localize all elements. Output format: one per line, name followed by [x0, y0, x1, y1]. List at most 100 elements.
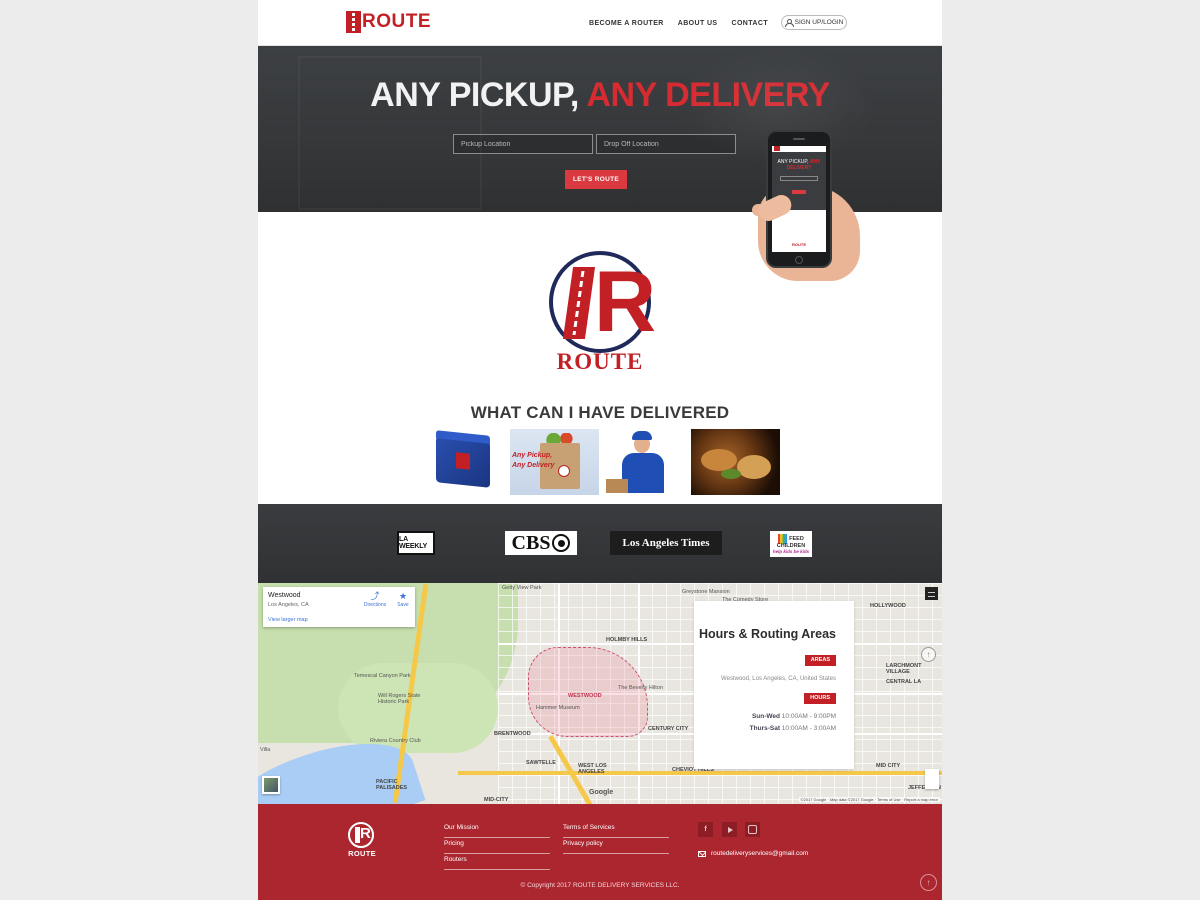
map-label: Riviera Country Club — [370, 738, 421, 744]
phone-screen-input — [780, 176, 818, 181]
route-badge-icon — [558, 465, 570, 477]
instagram-icon[interactable] — [745, 822, 760, 837]
map-label: Temescal Canyon Park — [354, 673, 411, 679]
map-attribution: ©2017 Google · Map data ©2017 Google · T… — [798, 797, 940, 802]
map-place-address: Los Angeles, CA — [268, 602, 309, 608]
pickup-location-input[interactable] — [453, 134, 593, 154]
hero-title-accent: ANY DELIVERY — [586, 76, 830, 114]
feed-the-children-logo: FEED CHILDREN help kids be kids — [770, 531, 812, 557]
footer-link-pricing[interactable]: Pricing — [444, 838, 550, 854]
press-band: LA WEEKLY CBS Los Angeles Times FEED CHI… — [258, 504, 942, 583]
grocery-caption-line1: Any Pickup, — [512, 452, 553, 459]
la-times-logo: Los Angeles Times — [610, 531, 722, 555]
courier-body — [622, 453, 664, 493]
insulated-bag-icon — [436, 436, 490, 488]
logo-word: ROUTE — [556, 349, 644, 374]
phone-mockup: ANY PICKUP, ANY DELIVERY ROUTE — [752, 128, 868, 288]
delivery-bag-image — [430, 429, 494, 495]
save-button[interactable]: ★ Save — [396, 591, 410, 608]
food-plate-2 — [737, 455, 771, 479]
fullscreen-icon[interactable] — [925, 587, 938, 600]
map-label: WESTWOOD — [568, 693, 602, 699]
map-label: Hammer Museum — [536, 705, 580, 711]
footer-logo[interactable]: ROUTE — [346, 822, 378, 858]
nav-about-us[interactable]: ABOUT US — [678, 20, 718, 27]
youtube-icon[interactable] — [722, 822, 737, 837]
map-label: BRENTWOOD — [494, 731, 531, 737]
map-label: Will Rogers State Historic Park — [378, 693, 421, 705]
map-label: Greystone Mansion — [682, 589, 730, 595]
hours-day: Thurs-Sat — [749, 725, 780, 732]
satellite-toggle[interactable] — [262, 776, 280, 794]
map-label: The Beverly Hilton — [618, 685, 663, 691]
google-logo: Google — [589, 789, 614, 796]
phone-screen-route: ROUTE — [792, 242, 806, 247]
courier-image — [604, 429, 684, 495]
map-label: MID CITY — [876, 763, 901, 769]
areas-tag: AREAS — [804, 655, 836, 666]
arrow-up-icon[interactable]: ↑ — [920, 874, 937, 891]
footer-link-terms[interactable]: Terms of Services — [563, 822, 669, 838]
food-greens — [721, 469, 741, 479]
package-box-icon — [606, 479, 628, 493]
la-weekly-logo: LA WEEKLY — [397, 531, 435, 555]
site-page: ROUTE BECOME A ROUTER ABOUT US CONTACT S… — [258, 0, 942, 900]
person-icon — [784, 19, 794, 27]
save-label: Save — [397, 602, 409, 608]
facebook-icon[interactable]: f — [698, 822, 713, 837]
food-plate-1 — [701, 449, 737, 471]
phone-home-button — [795, 256, 803, 264]
phone-speaker — [793, 138, 805, 140]
logo-r-letter: R — [594, 254, 657, 350]
la-weekly-text: LA WEEKLY — [399, 536, 428, 550]
hours-day: Sun-Wed — [751, 713, 780, 720]
map-label: CENTRAL LA — [886, 679, 922, 685]
copyright-text: © Copyright 2017 ROUTE DELIVERY SERVICES… — [520, 882, 680, 889]
directions-button[interactable]: ⤴ Directions — [363, 591, 387, 608]
map-label: HOLLYWOOD — [870, 603, 906, 609]
road-logo-icon — [346, 11, 361, 33]
main-nav: BECOME A ROUTER ABOUT US CONTACT — [589, 0, 768, 46]
hours-title: Hours & Routing Areas — [698, 627, 836, 641]
footer-link-routers[interactable]: Routers — [444, 854, 550, 870]
hours-time: 10:00AM - 3:00AM — [780, 725, 836, 732]
nav-become-router[interactable]: BECOME A ROUTER — [589, 20, 664, 27]
hours-row: Thurs-Sat 10:00AM - 3:00AM — [750, 725, 836, 732]
map-label: SAWTELLE — [526, 760, 556, 766]
deliver-section-title: WHAT CAN I HAVE DELIVERED — [470, 403, 730, 422]
dropoff-location-input[interactable] — [596, 134, 736, 154]
map-place-name: Westwood — [268, 592, 301, 599]
lets-route-button[interactable]: LET'S ROUTE — [565, 170, 627, 189]
signup-login-button[interactable]: SIGN UP/LOGIN — [781, 15, 847, 30]
cbs-text: CBS — [511, 531, 551, 554]
star-icon: ★ — [398, 591, 408, 601]
feed-text-1: FEED — [789, 535, 804, 542]
la-times-text: Los Angeles Times — [622, 537, 710, 549]
footer-links-col2: Terms of Services Privacy policy — [563, 822, 669, 854]
map-label: HOLMBY HILLS — [606, 637, 648, 643]
compass-icon[interactable]: ↑ — [921, 647, 936, 662]
footer-links-col1: Our Mission Pricing Routers — [444, 822, 550, 870]
hero-title-plain: ANY PICKUP, — [370, 76, 587, 114]
signup-label: SIGN UP/LOGIN — [794, 19, 844, 26]
map-label: LARCHMONT VILLAGE — [886, 663, 922, 675]
food-platter-image — [691, 429, 780, 495]
footer-email[interactable]: routedeliveryservices@gmail.com — [698, 850, 808, 857]
footer-email-text: routedeliveryservices@gmail.com — [711, 850, 809, 857]
route-brand-logo: R ROUTE — [544, 251, 656, 376]
nav-contact[interactable]: CONTACT — [732, 20, 769, 27]
footer-link-our-mission[interactable]: Our Mission — [444, 822, 550, 838]
footer-link-privacy[interactable]: Privacy policy — [563, 838, 669, 854]
logo-text: ROUTE — [362, 11, 431, 32]
google-map[interactable]: Getty View Park Greystone Mansion The Co… — [258, 583, 942, 804]
phone-screen-logo — [774, 146, 780, 151]
view-larger-map-link[interactable]: View larger map — [268, 617, 308, 623]
footer-logo-word: ROUTE — [348, 849, 376, 858]
map-label: MID-CITY — [484, 797, 509, 803]
map-zoom-control[interactable] — [925, 769, 939, 789]
header-logo[interactable]: ROUTE — [346, 9, 431, 35]
courier-cap — [632, 431, 652, 440]
map-label: CENTURY CITY — [648, 726, 689, 732]
grocery-caption: Any Pickup, Any Delivery — [510, 451, 554, 471]
grocery-caption-line2: Any Delivery — [512, 462, 555, 469]
